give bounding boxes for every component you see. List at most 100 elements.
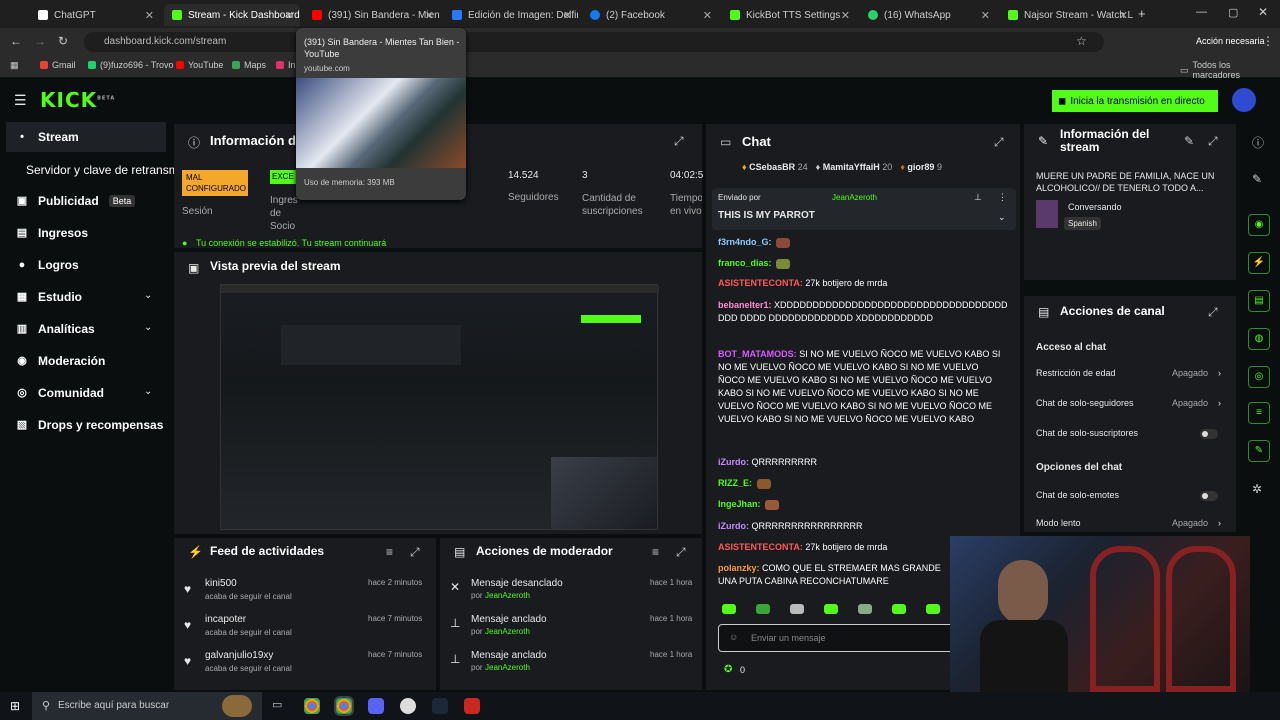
- sidebar-item-estudio[interactable]: ▦ Estudio: [16, 290, 82, 304]
- close-tab-icon[interactable]: ✕: [841, 9, 850, 22]
- filter-icon[interactable]: ≡: [652, 545, 659, 559]
- gifter[interactable]: ♦ gior89 9: [900, 162, 942, 172]
- document-icon[interactable]: ▤: [1248, 290, 1270, 312]
- age-restriction-row[interactable]: Restricción de edad Apagado ›: [1036, 368, 1226, 382]
- list-icon[interactable]: ≡: [1248, 402, 1270, 424]
- close-tab-icon[interactable]: ✕: [981, 9, 990, 22]
- expand-icon[interactable]: ⤢: [674, 134, 684, 149]
- filter-icon[interactable]: ≡: [386, 545, 393, 559]
- task-view-icon[interactable]: ▭: [272, 698, 282, 711]
- emotes-only-toggle[interactable]: [1200, 491, 1218, 501]
- close-tab-icon[interactable]: ✕: [145, 9, 154, 22]
- chevron-down-icon[interactable]: ⌄: [144, 386, 152, 397]
- chrome-icon[interactable]: [304, 698, 320, 714]
- gifter[interactable]: ♦ CSebasBR 24: [742, 162, 808, 172]
- chevron-down-icon[interactable]: ⌄: [998, 212, 1006, 223]
- close-tab-icon[interactable]: ✕: [703, 9, 712, 22]
- chat-input[interactable]: ☺ Enviar un mensaje: [718, 624, 954, 652]
- bookmark-trovo[interactable]: (9)fuzo696 - Trovo: [88, 60, 174, 70]
- subs-only-toggle[interactable]: [1200, 429, 1218, 439]
- sidebar-item-stream[interactable]: • Stream: [16, 130, 79, 144]
- stream-preview-video[interactable]: [220, 284, 659, 530]
- expand-icon[interactable]: ⤢: [410, 545, 420, 560]
- emote-icon[interactable]: [824, 604, 838, 614]
- new-tab-icon[interactable]: +: [1138, 6, 1146, 21]
- edit-icon[interactable]: ✎: [1252, 172, 1262, 186]
- points-icon[interactable]: ✪: [724, 664, 732, 675]
- tab-kick-dashboard[interactable]: Stream - Kick Dashboard ✕: [164, 4, 300, 26]
- all-bookmarks[interactable]: ▭ Todos los marcadores: [1180, 60, 1280, 80]
- bookmark-gmail[interactable]: Gmail: [40, 60, 76, 70]
- followers-only-row[interactable]: Chat de solo-seguidores Apagado ›: [1036, 398, 1226, 412]
- obs-icon[interactable]: [400, 698, 416, 714]
- settings-icon[interactable]: ✲: [1252, 482, 1262, 496]
- pin-icon[interactable]: ⊥: [974, 192, 982, 203]
- expand-icon[interactable]: ⤢: [676, 545, 686, 560]
- wrench-icon[interactable]: ✎: [1248, 440, 1270, 462]
- expand-icon[interactable]: ⤢: [1208, 305, 1218, 320]
- bookmark-maps[interactable]: Maps: [232, 60, 266, 70]
- windows-start-icon[interactable]: ⊞: [10, 699, 20, 713]
- close-tab-icon[interactable]: ✕: [285, 9, 294, 22]
- avatar[interactable]: [1232, 88, 1256, 112]
- slow-mode-row[interactable]: Modo lento Apagado ›: [1036, 518, 1226, 532]
- reload-icon[interactable]: ↻: [58, 34, 68, 48]
- tab-facebook[interactable]: (2) Facebook ✕: [582, 4, 718, 26]
- expand-icon[interactable]: ⤢: [994, 135, 1004, 150]
- emote-icon[interactable]: [790, 604, 804, 614]
- sidebar-item-analiticas[interactable]: ▥ Analíticas: [16, 322, 95, 336]
- close-window-icon[interactable]: ✕: [1258, 5, 1268, 19]
- tab-whatsapp[interactable]: (16) WhatsApp ✕: [860, 4, 996, 26]
- hamburger-menu-icon[interactable]: ☰: [14, 92, 27, 109]
- bookmark-youtube[interactable]: YouTube: [176, 60, 223, 70]
- maximize-icon[interactable]: ▢: [1228, 6, 1238, 19]
- emote-picker-icon[interactable]: ☺: [729, 632, 738, 642]
- broadcast-icon[interactable]: ◎: [1248, 366, 1270, 388]
- chevron-down-icon[interactable]: ⌄: [144, 290, 152, 301]
- back-icon[interactable]: ←: [10, 34, 22, 48]
- go-live-button[interactable]: ◼ Inicia la transmisión en directo: [1052, 90, 1218, 112]
- expand-icon[interactable]: ⤢: [1208, 134, 1218, 149]
- kick-logo[interactable]: KICKBETA: [40, 88, 115, 112]
- close-tab-icon[interactable]: ✕: [1119, 9, 1128, 22]
- emote-icon[interactable]: [926, 604, 940, 614]
- chevron-down-icon[interactable]: ⌄: [144, 322, 152, 333]
- chat-bubble-icon[interactable]: ◍: [1248, 328, 1270, 350]
- bookmark-instagram[interactable]: In: [276, 60, 296, 70]
- app-icon[interactable]: [464, 698, 480, 714]
- close-tab-icon[interactable]: ✕: [563, 9, 572, 22]
- tab-najsor-stream[interactable]: Najsor Stream - Watch L ✕: [1000, 4, 1134, 26]
- close-tab-icon[interactable]: ✕: [425, 9, 434, 22]
- apps-icon[interactable]: ▦: [10, 60, 19, 71]
- bookmark-star-icon[interactable]: ☆: [1076, 34, 1087, 48]
- sidebar-item-ingresos[interactable]: ▤ Ingresos: [16, 226, 88, 240]
- emote-icon[interactable]: [722, 604, 736, 614]
- sidebar-item-publicidad[interactable]: ▣ Publicidad Beta: [16, 194, 136, 208]
- taskbar-search[interactable]: ⚲ Escribe aquí para buscar: [32, 692, 262, 720]
- sidebar-item-moderacion[interactable]: ◉ Moderación: [16, 354, 105, 368]
- tab-kickbot[interactable]: KickBot TTS Settings ✕: [722, 4, 856, 26]
- sidebar-item-server-key[interactable]: Servidor y clave de retransm: [26, 163, 179, 177]
- more-icon[interactable]: ⋮: [998, 192, 1007, 203]
- menu-icon[interactable]: ⋮: [1262, 34, 1274, 48]
- action-required-button[interactable]: Acción necesaria: [1196, 36, 1265, 46]
- forward-icon[interactable]: →: [34, 34, 46, 48]
- minimize-icon[interactable]: —: [1196, 6, 1207, 18]
- sidebar-item-logros[interactable]: ● Logros: [16, 258, 79, 272]
- bolt-icon[interactable]: ⚡: [1248, 252, 1270, 274]
- tab-image-edit[interactable]: Edición de Imagen: Delfin ✕: [444, 4, 578, 26]
- camera-icon[interactable]: ◉: [1248, 214, 1270, 236]
- tab-chatgpt[interactable]: ChatGPT ✕: [30, 4, 160, 26]
- tab-youtube[interactable]: (391) Sin Bandera - Mient ✕: [304, 4, 440, 26]
- emote-icon[interactable]: [756, 604, 770, 614]
- url-input[interactable]: dashboard.kick.com/stream: [84, 32, 1104, 52]
- emote-icon[interactable]: [892, 604, 906, 614]
- emote-icon[interactable]: [858, 604, 872, 614]
- discord-icon[interactable]: [368, 698, 384, 714]
- edit-icon[interactable]: ✎: [1184, 134, 1194, 148]
- steam-icon[interactable]: [432, 698, 448, 714]
- chrome-icon[interactable]: [336, 698, 352, 714]
- sidebar-item-comunidad[interactable]: ◎ Comunidad: [16, 386, 104, 400]
- info-icon[interactable]: ⓘ: [1252, 134, 1264, 151]
- sidebar-item-drops[interactable]: ▧ Drops y recompensas: [16, 418, 164, 432]
